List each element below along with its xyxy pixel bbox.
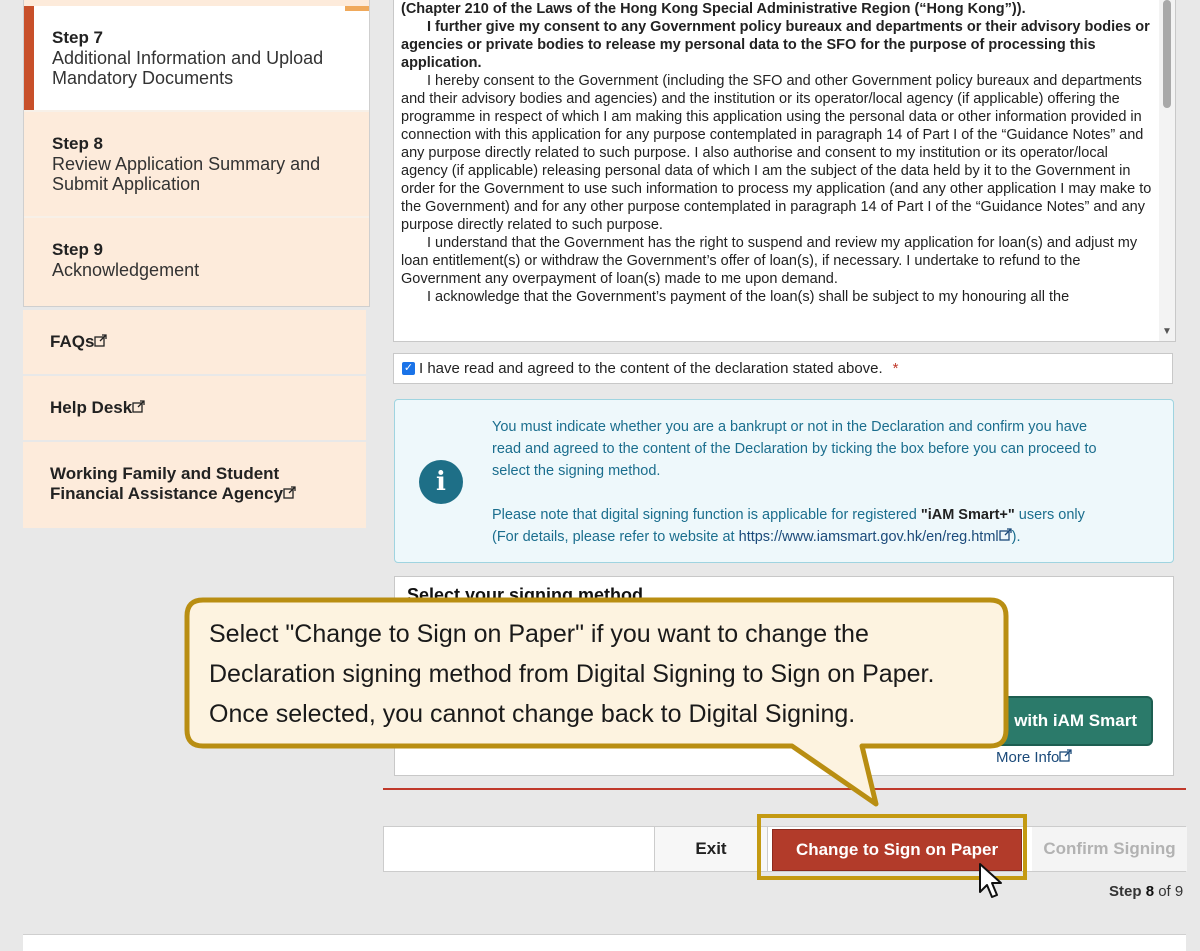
step-7-top-border	[24, 6, 369, 12]
external-link-icon	[283, 484, 296, 504]
info-text: You must indicate whether you are a bank…	[492, 416, 1162, 548]
step-indicator-prefix: Step	[1109, 883, 1146, 900]
required-mark: *	[892, 360, 899, 377]
external-link-icon	[132, 398, 145, 418]
faqs-link[interactable]: FAQs	[23, 310, 366, 374]
callout-line: Declaration signing method from Digital …	[209, 660, 935, 688]
callout-line: Select "Change to Sign on Paper" if you …	[209, 620, 869, 648]
help-desk-link[interactable]: Help Desk	[23, 376, 366, 440]
step-number: Step 9	[52, 240, 104, 259]
step-7-corner-accent	[345, 6, 369, 11]
scroll-down-arrow-icon[interactable]: ▼	[1162, 326, 1172, 337]
info-note-suffix: users only	[1014, 507, 1085, 523]
info-details-suffix: ).	[1011, 529, 1021, 545]
iam-smart-plus-label: "iAM Smart+"	[920, 507, 1015, 523]
declaration-paragraph: I acknowledge that the Government’s paym…	[427, 289, 1070, 305]
step-7-item[interactable]: Step 7 Additional Information and Upload…	[24, 6, 369, 110]
more-info-link[interactable]: More Info	[996, 749, 1073, 766]
section-divider	[383, 788, 1186, 790]
step-label-line1: Acknowledgement	[52, 260, 200, 280]
step-9-item[interactable]: Step 9 Acknowledgement	[24, 218, 369, 306]
step-number: Step 7	[52, 28, 104, 47]
step-8-item[interactable]: Step 8 Review Application Summary and Su…	[24, 112, 369, 216]
external-link-icon	[1059, 749, 1073, 762]
step-navigation: Step 7 Additional Information and Upload…	[23, 0, 370, 307]
faqs-label: FAQs	[50, 332, 95, 351]
external-link-icon	[999, 528, 1012, 545]
active-step-indicator	[24, 6, 34, 110]
more-info-label: More Info	[996, 749, 1060, 766]
agreement-label: I have read and agreed to the content of…	[419, 360, 883, 377]
info-details-prefix: (For details, please refer to website at	[492, 529, 739, 545]
declaration-paragraph: I further give my consent to any Governm…	[401, 19, 1150, 71]
exit-button[interactable]: Exit	[654, 827, 768, 871]
step-label-line2: Mandatory Documents	[52, 68, 234, 88]
declaration-agreement-row: ✓ I have read and agreed to the content …	[393, 353, 1173, 384]
info-details: (For details, please refer to website at…	[492, 526, 1162, 548]
agency-link[interactable]: Working Family and Student Financial Ass…	[23, 442, 366, 528]
info-icon: i	[419, 460, 463, 504]
mouse-pointer-icon	[979, 863, 1002, 898]
info-line: read and agreed to the content of the De…	[492, 441, 1097, 457]
signing-method-title: Select your signing method	[407, 585, 644, 605]
declaration-paragraph: I understand that the Government has the…	[401, 235, 1138, 287]
info-line: You must indicate whether you are a bank…	[492, 419, 1088, 435]
total-steps: 9	[1174, 883, 1184, 900]
external-link-icon	[94, 332, 108, 352]
callout-line: Once selected, you cannot change back to…	[209, 700, 856, 728]
current-step: 8	[1145, 883, 1155, 900]
step-number: Step 8	[52, 134, 104, 153]
confirm-signing-button[interactable]: Confirm Signing	[1032, 827, 1187, 871]
declaration-paragraph: I hereby consent to the Government (incl…	[401, 73, 1152, 233]
info-notice: i You must indicate whether you are a ba…	[394, 399, 1174, 563]
declaration-text: (Chapter 210 of the Laws of the Hong Kon…	[401, 0, 1153, 306]
help-desk-label: Help Desk	[50, 398, 133, 417]
iam-smart-registration-link[interactable]: https://www.iamsmart.gov.hk/en/reg.html	[739, 529, 999, 545]
step-indicator: Step 8 of 9	[1109, 883, 1183, 900]
declaration-scroll-box[interactable]: (Chapter 210 of the Laws of the Hong Kon…	[393, 0, 1176, 342]
scrollbar[interactable]: ▼	[1159, 0, 1175, 341]
footer-strip	[23, 934, 1186, 951]
sign-with-iam-smart-button[interactable]: with iAM Smart	[985, 696, 1153, 746]
step-label-line2: Submit Application	[52, 174, 201, 194]
scrollbar-thumb[interactable]	[1163, 0, 1171, 108]
callout-text: Select "Change to Sign on Paper" if you …	[209, 614, 999, 734]
agency-label-line2: Financial Assistance Agency	[50, 484, 284, 503]
agency-label-line1: Working Family and Student	[50, 464, 280, 483]
info-note-text: Please note that digital signing functio…	[492, 507, 921, 523]
info-note: Please note that digital signing functio…	[492, 504, 1162, 526]
agreement-checkbox[interactable]: ✓	[402, 362, 415, 375]
step-label-line1: Review Application Summary and	[52, 154, 321, 174]
declaration-paragraph: (Chapter 210 of the Laws of the Hong Kon…	[401, 1, 1026, 17]
step-label-line1: Additional Information and Upload	[52, 48, 324, 68]
info-line: select the signing method.	[492, 463, 661, 479]
step-indicator-of: of	[1154, 883, 1175, 900]
